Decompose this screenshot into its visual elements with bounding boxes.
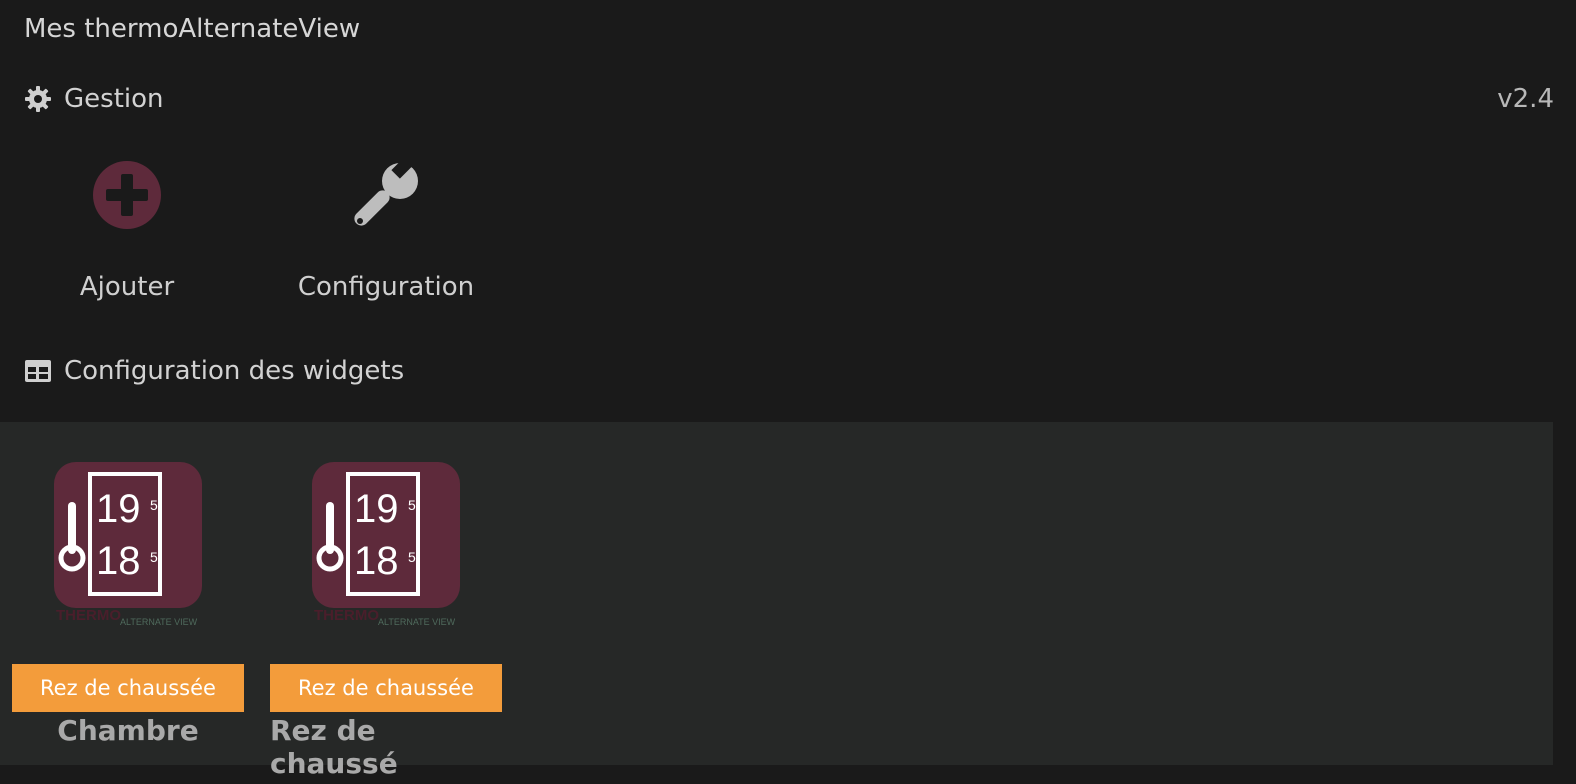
widget-card[interactable]: 19 5 18 5 THERMO ALTERNATE VIEW Rez de c… <box>12 460 244 747</box>
thermo-widget-logo: 19 5 18 5 THERMO ALTERNATE VIEW <box>12 460 244 630</box>
svg-text:ALTERNATE VIEW: ALTERNATE VIEW <box>378 617 456 627</box>
svg-text:ALTERNATE VIEW: ALTERNATE VIEW <box>120 617 198 627</box>
version-label: v2.4 <box>1497 84 1554 114</box>
svg-text:18: 18 <box>354 539 399 583</box>
wrench-icon <box>341 150 431 240</box>
add-button[interactable]: Ajouter <box>27 150 227 302</box>
svg-text:18: 18 <box>96 539 141 583</box>
section-gestion-label: Gestion <box>64 84 164 114</box>
svg-text:THERMO: THERMO <box>56 607 121 624</box>
plugin-page: Mes thermoAlternateView v2.4 Gestion Ajo… <box>0 0 1576 784</box>
table-icon <box>24 357 52 385</box>
plus-circle-icon <box>82 150 172 240</box>
widgets-panel: 19 5 18 5 THERMO ALTERNATE VIEW Rez de c… <box>0 422 1553 780</box>
configuration-button[interactable]: Configuration <box>286 150 486 302</box>
object-badge: Rez de chaussée <box>270 664 502 712</box>
svg-text:5: 5 <box>150 549 158 565</box>
page-title: Mes thermoAlternateView <box>24 14 361 44</box>
add-button-label: Ajouter <box>79 272 175 302</box>
svg-text:5: 5 <box>408 549 416 565</box>
widget-name: Rez de chaussé <box>270 714 398 780</box>
gear-icon <box>24 85 52 113</box>
svg-text:19: 19 <box>354 487 399 531</box>
configuration-button-label: Configuration <box>297 272 475 302</box>
object-badge: Rez de chaussée <box>12 664 244 712</box>
svg-text:THERMO: THERMO <box>314 607 379 624</box>
svg-text:5: 5 <box>150 497 158 513</box>
svg-text:19: 19 <box>96 487 141 531</box>
section-gestion-title: Gestion <box>24 84 164 114</box>
widget-card[interactable]: 19 5 18 5 THERMO ALTERNATE VIEW Rez de c… <box>270 460 502 780</box>
svg-text:5: 5 <box>408 497 416 513</box>
section-widgets-title: Configuration des widgets <box>24 356 404 386</box>
widget-name: Chambre <box>57 714 199 747</box>
section-widgets-label: Configuration des widgets <box>64 356 405 386</box>
thermo-widget-logo: 19 5 18 5 THERMO ALTERNATE VIEW <box>270 460 502 630</box>
